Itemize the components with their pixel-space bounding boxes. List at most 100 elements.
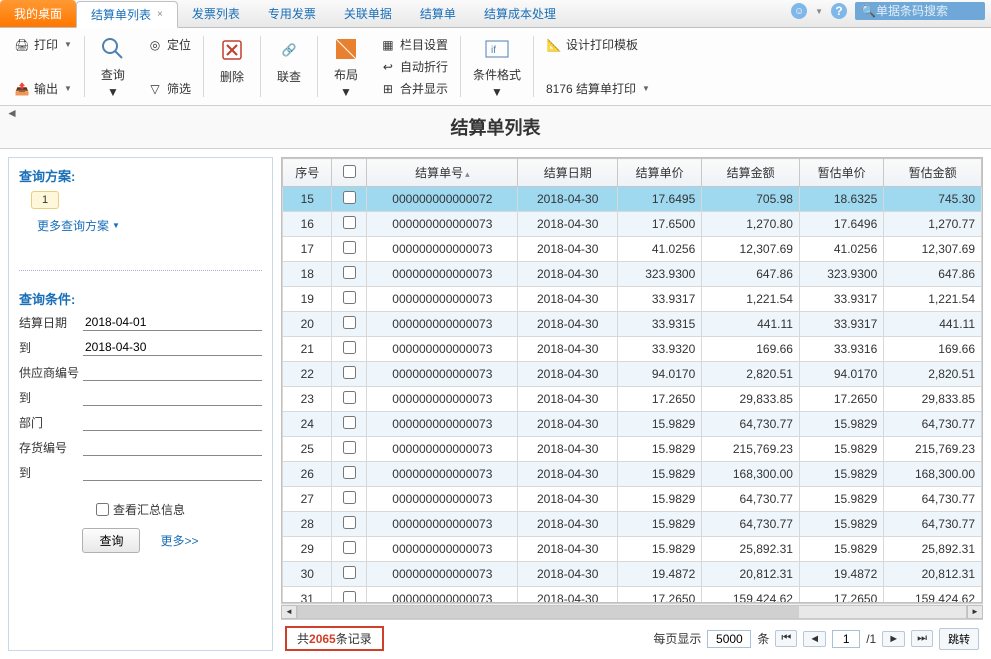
table-row[interactable]: 210000000000000732018-04-3033.9320169.66… <box>283 337 982 362</box>
row-checkbox[interactable] <box>343 366 356 379</box>
prev-page-button[interactable]: ◄ <box>803 631 826 647</box>
table-row[interactable]: 150000000000000722018-04-3017.6495705.98… <box>283 187 982 212</box>
summary-checkbox[interactable] <box>96 503 109 516</box>
row-checkbox[interactable] <box>343 316 356 329</box>
tab-settlement[interactable]: 结算单 <box>406 0 470 27</box>
delete-button[interactable]: 删除 <box>208 32 256 101</box>
tab-cost[interactable]: 结算成本处理 <box>470 0 570 27</box>
row-checkbox[interactable] <box>343 341 356 354</box>
row-checkbox[interactable] <box>343 491 356 504</box>
help-icon[interactable]: ? <box>831 3 847 19</box>
query-btn[interactable]: 查询 <box>82 528 140 553</box>
chevron-down-icon[interactable]: ▼ <box>107 85 119 99</box>
row-checkbox[interactable] <box>343 441 356 454</box>
table-row[interactable]: 200000000000000732018-04-3033.9315441.11… <box>283 312 982 337</box>
table-row[interactable]: 270000000000000732018-04-3015.982964,730… <box>283 487 982 512</box>
col-header[interactable]: 结算金额 <box>702 159 800 187</box>
scroll-thumb[interactable] <box>298 606 799 618</box>
next-page-button[interactable]: ► <box>882 631 905 647</box>
tab-invoice-list[interactable]: 发票列表 <box>178 0 254 27</box>
table-row[interactable]: 300000000000000732018-04-3019.487220,812… <box>283 562 982 587</box>
scroll-track[interactable] <box>297 605 967 619</box>
table-row[interactable]: 220000000000000732018-04-3094.01702,820.… <box>283 362 982 387</box>
merge-display-button[interactable]: ⊞合并显示 <box>376 78 452 99</box>
chevron-down-icon[interactable]: ▼ <box>64 40 72 49</box>
query-button[interactable]: 查询▼ <box>89 32 137 101</box>
chevron-down-icon[interactable]: ▼ <box>491 85 503 99</box>
smiley-icon[interactable]: ☺ <box>791 3 807 19</box>
more-link[interactable]: 更多>> <box>160 532 198 549</box>
print-8176-button[interactable]: 8176 结算单打印▼ <box>542 78 654 99</box>
tab-special-invoice[interactable]: 专用发票 <box>254 0 330 27</box>
link-query-button[interactable]: 🔗联查 <box>265 32 313 101</box>
supplier-from-input[interactable] <box>83 364 262 381</box>
row-checkbox[interactable] <box>343 391 356 404</box>
layout-button[interactable]: 布局▼ <box>322 32 370 101</box>
column-settings-button[interactable]: ▦栏目设置 <box>376 34 452 55</box>
col-header[interactable]: 序号 <box>283 159 332 187</box>
row-checkbox[interactable] <box>343 466 356 479</box>
more-scheme-link[interactable]: 更多查询方案 ▼ <box>37 217 120 234</box>
stock-from-input[interactable] <box>83 439 262 456</box>
print-button[interactable]: 🖨打印▼ <box>10 34 76 55</box>
chevron-down-icon[interactable]: ▼ <box>340 85 352 99</box>
table-row[interactable]: 260000000000000732018-04-3015.9829168,30… <box>283 462 982 487</box>
row-checkbox[interactable] <box>343 216 356 229</box>
design-template-button[interactable]: 📐设计打印模板 <box>542 34 654 55</box>
chevron-down-icon[interactable]: ▼ <box>642 84 650 93</box>
filter-button[interactable]: ▽筛选 <box>143 78 195 99</box>
date-from-input[interactable] <box>83 314 262 331</box>
last-page-button[interactable]: ⏭ <box>911 630 933 647</box>
chevron-down-icon[interactable]: ▼ <box>64 84 72 93</box>
scroll-left-icon[interactable]: ◄ <box>281 605 297 619</box>
table-row[interactable]: 290000000000000732018-04-3015.982925,892… <box>283 537 982 562</box>
date-to-input[interactable] <box>83 339 262 356</box>
table-row[interactable]: 170000000000000732018-04-3041.025612,307… <box>283 237 982 262</box>
cond-format-button[interactable]: if条件格式▼ <box>465 32 529 101</box>
col-header[interactable]: 暂估金额 <box>884 159 982 187</box>
collapse-arrow-icon[interactable]: ◄ <box>6 106 18 120</box>
chevron-down-icon[interactable]: ▼ <box>815 7 823 16</box>
col-header[interactable] <box>332 159 367 187</box>
output-button[interactable]: 📤输出▼ <box>10 78 76 99</box>
row-checkbox[interactable] <box>343 541 356 554</box>
row-checkbox[interactable] <box>343 416 356 429</box>
row-checkbox[interactable] <box>343 241 356 254</box>
auto-wrap-button[interactable]: ↩自动折行 <box>376 56 452 77</box>
global-search[interactable]: 🔍 <box>855 2 985 20</box>
page-input[interactable] <box>832 630 860 648</box>
locate-button[interactable]: ◎定位 <box>143 34 195 55</box>
select-all-checkbox[interactable] <box>343 165 356 178</box>
col-header[interactable]: 结算日期 <box>518 159 617 187</box>
horizontal-scrollbar[interactable]: ◄ ► <box>281 603 983 619</box>
row-checkbox[interactable] <box>343 591 356 603</box>
table-row[interactable]: 190000000000000732018-04-3033.93171,221.… <box>283 287 982 312</box>
table-row[interactable]: 160000000000000732018-04-3017.65001,270.… <box>283 212 982 237</box>
tab-settlement-list[interactable]: 结算单列表× <box>76 1 178 28</box>
supplier-to-input[interactable] <box>83 389 262 406</box>
row-checkbox[interactable] <box>343 191 356 204</box>
col-header[interactable]: 暂估单价 <box>799 159 883 187</box>
scheme-number[interactable]: 1 <box>31 191 59 209</box>
row-checkbox[interactable] <box>343 266 356 279</box>
jump-button[interactable]: 跳转 <box>939 628 979 650</box>
table-row[interactable]: 280000000000000732018-04-3015.982964,730… <box>283 512 982 537</box>
table-row[interactable]: 180000000000000732018-04-30323.9300647.8… <box>283 262 982 287</box>
per-page-input[interactable] <box>707 630 751 648</box>
first-page-button[interactable]: ⏮ <box>775 630 797 647</box>
scroll-right-icon[interactable]: ► <box>967 605 983 619</box>
stock-to-input[interactable] <box>83 464 262 481</box>
row-checkbox[interactable] <box>343 291 356 304</box>
tab-related[interactable]: 关联单据 <box>330 0 406 27</box>
col-header[interactable]: 结算单价 <box>617 159 701 187</box>
dept-input[interactable] <box>83 414 262 431</box>
table-row[interactable]: 230000000000000732018-04-3017.265029,833… <box>283 387 982 412</box>
row-checkbox[interactable] <box>343 566 356 579</box>
close-icon[interactable]: × <box>157 9 163 20</box>
tab-desktop[interactable]: 我的桌面 <box>0 0 76 27</box>
search-input[interactable] <box>876 4 976 18</box>
table-row[interactable]: 250000000000000732018-04-3015.9829215,76… <box>283 437 982 462</box>
col-header[interactable]: 结算单号▴ <box>367 159 518 187</box>
table-row[interactable]: 240000000000000732018-04-3015.982964,730… <box>283 412 982 437</box>
table-row[interactable]: 310000000000000732018-04-3017.2650159,42… <box>283 587 982 604</box>
